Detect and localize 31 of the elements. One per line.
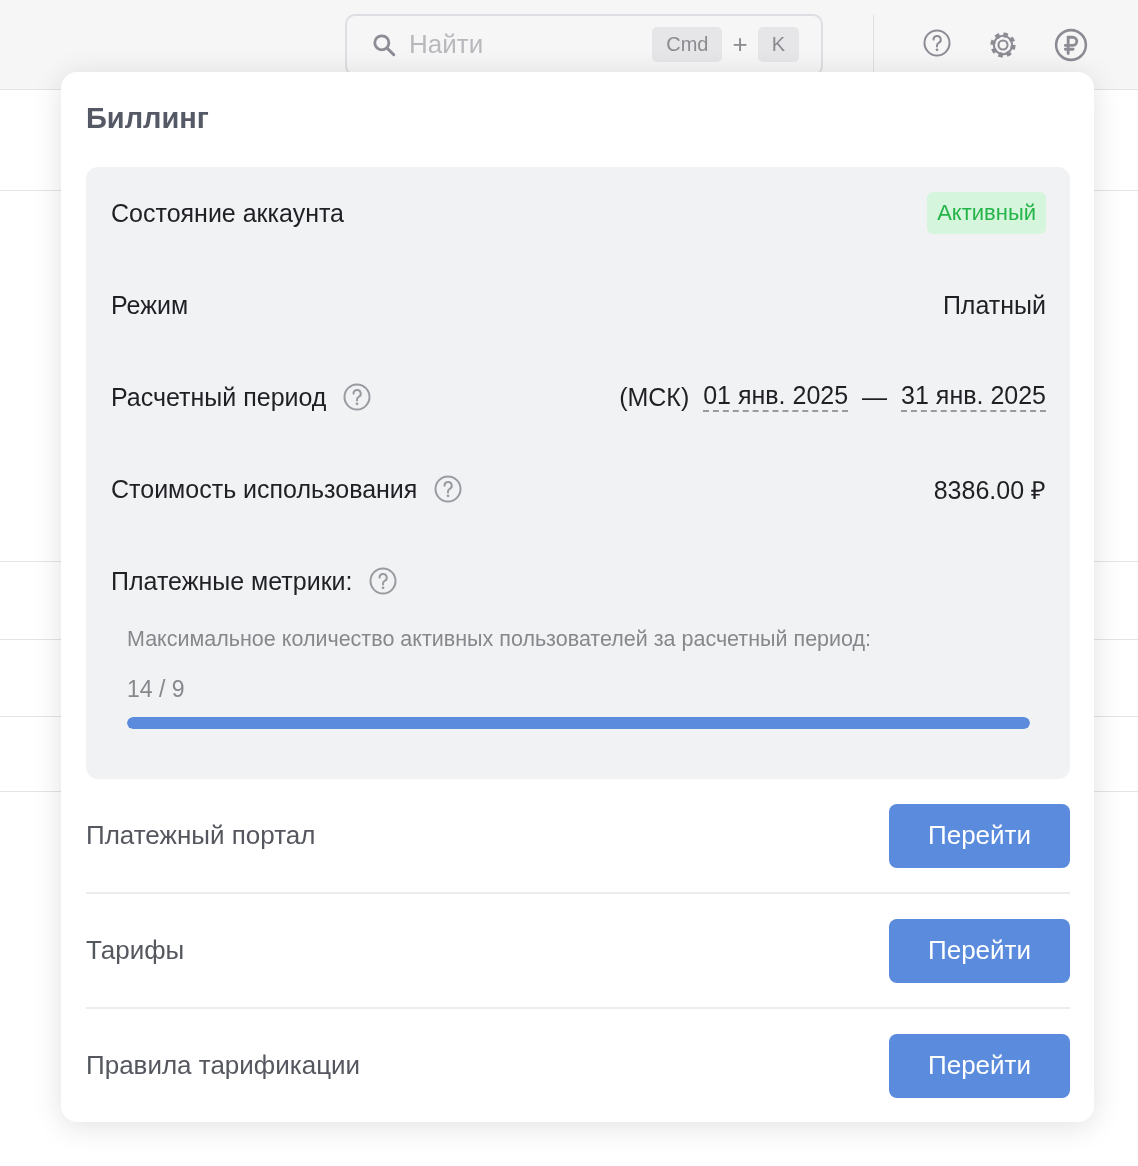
row-value: 8386.00 ₽ [933,475,1046,506]
metric-reading: 14 / 9 [126,676,186,703]
row-label: Состояние аккаунта [111,198,345,228]
search-icon [371,31,397,58]
ruble-icon[interactable] [1054,27,1088,62]
metric-label: Максимальное количество активных пользователей за расчетный период: [126,627,873,652]
link-label: Платежный портал [86,820,316,851]
link-label: Тарифы [86,935,185,966]
help-icon[interactable] [922,27,952,58]
date-link[interactable]: 31 янв. 2025 [901,382,1046,412]
date-dash: — [862,382,888,412]
search-field[interactable]: Найти [407,28,643,61]
shortcut-key: Cmd [652,27,723,62]
metrics-label: Платежные метрики: [111,566,353,596]
go-button[interactable]: Перейти [889,1033,1070,1098]
go-button[interactable]: Перейти [889,803,1070,868]
timezone-label: (МСК) [619,382,690,412]
popup-title: Биллинг [86,102,210,135]
shortcut-plus: + [732,29,748,60]
shortcut-key: K [757,27,799,62]
help-icon[interactable] [368,566,399,596]
row-label: Стоимость использования [111,474,418,504]
status-badge: Активный [927,192,1046,234]
row-label: Расчетный период [111,382,327,412]
row-label: Режим [111,290,189,320]
date-link[interactable]: 01 янв. 2025 [703,382,849,412]
link-label: Правила тарификации [86,1050,361,1081]
go-button[interactable]: Перейти [889,918,1070,983]
help-icon[interactable] [342,382,373,412]
row-value: Платный [942,290,1046,320]
help-icon[interactable] [433,474,464,504]
